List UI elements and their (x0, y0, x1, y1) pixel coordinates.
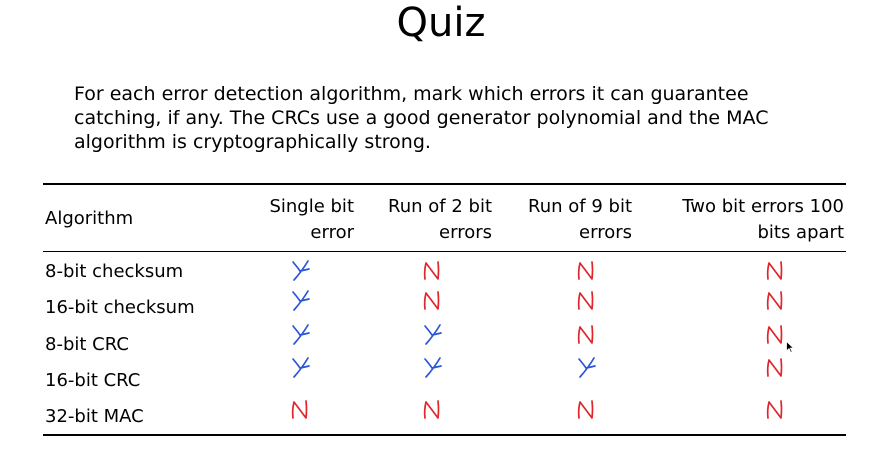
column-header-line: errors (439, 222, 492, 243)
mark-no-two-bit-100-apart (766, 261, 783, 280)
table-bottom-rule (43, 434, 846, 436)
mark-no-run-9 (577, 261, 594, 280)
mark-no-run-9 (577, 325, 594, 344)
mark-no-single-bit (291, 400, 308, 419)
column-header-line: Two bit errors 100 (682, 196, 844, 217)
column-header-algorithm: Algorithm (45, 208, 134, 229)
column-header-run-2: Run of 2 bit errors (362, 194, 492, 246)
mark-yes-run-2 (424, 357, 442, 378)
mark-yes-single-bit (292, 290, 310, 311)
mark-yes-single-bit (292, 357, 310, 378)
column-header-line: Run of 2 bit (388, 196, 492, 217)
column-header-single-bit: Single bit error (228, 194, 354, 246)
mouse-pointer-icon (786, 341, 794, 353)
mark-yes-run-9 (578, 357, 596, 378)
mark-no-two-bit-100-apart (766, 325, 783, 344)
column-header-line: bits apart (757, 222, 844, 243)
table-header-rule (43, 251, 846, 252)
row-label-8-bit-checksum: 8-bit checksum (45, 261, 184, 282)
mark-no-run-9 (577, 291, 594, 310)
mark-no-two-bit-100-apart (766, 358, 783, 377)
column-header-run-9: Run of 9 bit errors (502, 194, 632, 246)
quiz-prompt: For each error detection algorithm, mark… (74, 83, 769, 153)
row-label-16-bit-checksum: 16-bit checksum (45, 297, 195, 318)
column-header-line: Single bit (269, 196, 354, 217)
mark-no-run-2 (423, 291, 440, 310)
row-label-32-bit-mac: 32-bit MAC (45, 406, 144, 427)
column-header-line: error (310, 222, 354, 243)
column-header-line: Run of 9 bit (528, 196, 632, 217)
mark-no-run-2 (423, 400, 440, 419)
mark-yes-run-2 (424, 324, 442, 345)
mark-yes-single-bit (292, 324, 310, 345)
mark-yes-single-bit (292, 260, 310, 281)
table-top-rule (43, 183, 846, 185)
slide-title: Quiz (396, 0, 486, 46)
mark-no-two-bit-100-apart (766, 400, 783, 419)
column-header-line: errors (579, 222, 632, 243)
column-header-two-bit-100-apart: Two bit errors 100 bits apart (640, 194, 844, 246)
mark-no-two-bit-100-apart (766, 291, 783, 310)
row-label-16-bit-crc: 16-bit CRC (45, 370, 141, 391)
mark-no-run-2 (423, 261, 440, 280)
mark-no-run-9 (577, 400, 594, 419)
row-label-8-bit-crc: 8-bit CRC (45, 334, 129, 355)
